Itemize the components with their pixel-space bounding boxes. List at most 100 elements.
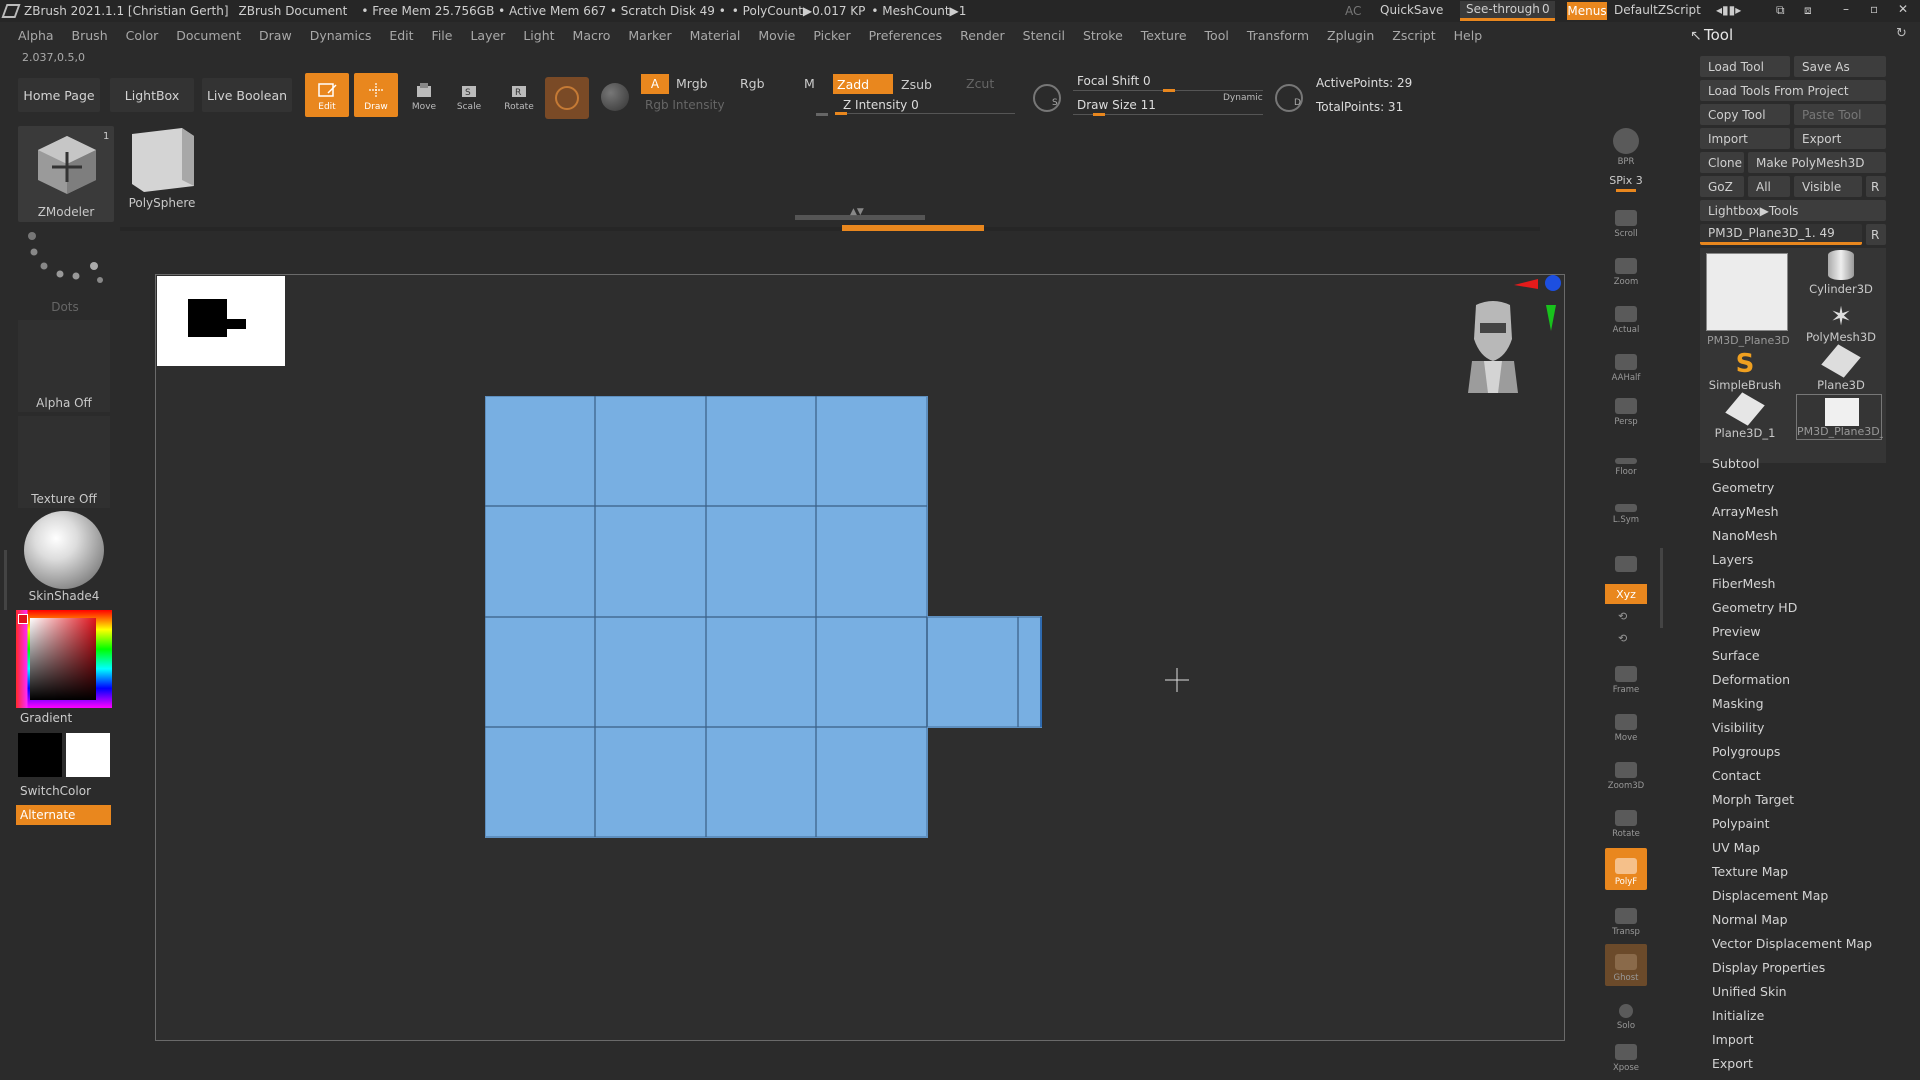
section-texture-map[interactable]: Texture Map <box>1712 864 1788 879</box>
mrgb-toggle[interactable]: Mrgb <box>676 76 708 91</box>
color-marker[interactable] <box>18 614 28 624</box>
menu-render[interactable]: Render <box>960 28 1005 43</box>
zcut-toggle[interactable]: Zcut <box>966 76 994 91</box>
z-intensity-slider[interactable]: Z Intensity 0 <box>835 97 1015 115</box>
menu-zplugin[interactable]: Zplugin <box>1327 28 1374 43</box>
menu-document[interactable]: Document <box>176 28 241 43</box>
menu-marker[interactable]: Marker <box>628 28 671 43</box>
section-displacement-map[interactable]: Displacement Map <box>1712 888 1828 903</box>
secondary-color-swatch[interactable] <box>18 733 62 777</box>
s-brush-icon[interactable]: S <box>1033 84 1061 112</box>
section-unified-skin[interactable]: Unified Skin <box>1712 984 1787 999</box>
rotate-z-icon[interactable]: ⟲ <box>1618 632 1627 645</box>
load-tools-from-project-button[interactable]: Load Tools From Project <box>1700 80 1886 101</box>
menu-picker[interactable]: Picker <box>813 28 850 43</box>
actual-button[interactable]: Actual <box>1605 296 1647 338</box>
maximize-icon[interactable]: ▫ <box>1870 2 1878 16</box>
primary-color-swatch[interactable] <box>66 733 110 777</box>
scroll-indicator[interactable] <box>842 225 984 231</box>
alternate-toggle[interactable]: Alternate <box>16 805 111 825</box>
transp-button[interactable]: Transp <box>1605 898 1647 940</box>
goz-all-button[interactable]: All <box>1748 176 1790 197</box>
section-visibility[interactable]: Visibility <box>1712 720 1764 735</box>
plane-mesh[interactable] <box>485 396 1045 847</box>
ghost-toggle[interactable]: Ghost <box>1605 944 1647 986</box>
import-tool-button[interactable]: Import <box>1700 128 1790 149</box>
menu-edit[interactable]: Edit <box>389 28 413 43</box>
rgb-intensity-slider[interactable]: Rgb Intensity <box>641 97 831 116</box>
menu-transform[interactable]: Transform <box>1247 28 1309 43</box>
axis-gizmo-icon[interactable] <box>1508 275 1568 337</box>
menu-macro[interactable]: Macro <box>573 28 611 43</box>
menu-light[interactable]: Light <box>523 28 554 43</box>
section-vector-displacement-map[interactable]: Vector Displacement Map <box>1712 936 1872 951</box>
section-layers[interactable]: Layers <box>1712 552 1753 567</box>
menu-stencil[interactable]: Stencil <box>1023 28 1065 43</box>
goz-button[interactable]: GoZ <box>1700 176 1744 197</box>
tool-thumb-plane3d-1[interactable]: Plane3D_1 <box>1700 392 1790 440</box>
current-tool-slider[interactable]: PM3D_Plane3D_1. 49 <box>1700 224 1862 245</box>
left-scrollbar[interactable] <box>4 550 7 610</box>
menu-tool[interactable]: Tool <box>1205 28 1229 43</box>
export-tool-button[interactable]: Export <box>1794 128 1886 149</box>
zoom-button[interactable]: Zoom <box>1605 248 1647 290</box>
tool-thumb-polymesh3d[interactable]: ✶ PolyMesh3D <box>1796 298 1886 344</box>
color-picker[interactable] <box>16 610 112 708</box>
menu-file[interactable]: File <box>432 28 453 43</box>
tool-thumb-pm3d-plane3d[interactable]: PM3D_Plane3D_ <box>1706 253 1789 347</box>
rotate-view-button[interactable]: Rotate <box>1605 800 1647 842</box>
texture-slot[interactable]: Texture Off <box>18 416 110 508</box>
save-as-button[interactable]: Save As <box>1794 56 1886 77</box>
stroke-dots-slot[interactable]: Dots <box>20 228 110 314</box>
section-uv-map[interactable]: UV Map <box>1712 840 1760 855</box>
polysphere-slot[interactable]: PolySphere <box>120 124 204 214</box>
section-polypaint[interactable]: Polypaint <box>1712 816 1770 831</box>
section-initialize[interactable]: Initialize <box>1712 1008 1764 1023</box>
section-surface[interactable]: Surface <box>1712 648 1760 663</box>
a-toggle[interactable]: A <box>641 74 669 94</box>
load-tool-button[interactable]: Load Tool <box>1700 56 1790 77</box>
section-fibermesh[interactable]: FiberMesh <box>1712 576 1775 591</box>
alpha-slot[interactable]: Alpha Off <box>18 320 110 412</box>
layout-icon[interactable]: ◂▮▮▸ <box>1716 3 1741 17</box>
menu-dynamics[interactable]: Dynamics <box>310 28 372 43</box>
scroll-button[interactable]: Scroll <box>1605 200 1647 242</box>
d-brush-icon[interactable]: D <box>1275 84 1303 112</box>
aahalf-button[interactable]: AAHalf <box>1605 344 1647 386</box>
section-nanomesh[interactable]: NanoMesh <box>1712 528 1778 543</box>
draw-mode-button[interactable]: Draw <box>354 73 398 117</box>
make-polymesh3d-button[interactable]: Make PolyMesh3D <box>1748 152 1886 173</box>
tool-thumb-simplebrush[interactable]: S SimpleBrush <box>1700 346 1790 392</box>
section-subtool[interactable]: Subtool <box>1712 456 1759 471</box>
section-arraymesh[interactable]: ArrayMesh <box>1712 504 1779 519</box>
focal-shift-slider[interactable]: Focal Shift 0 <box>1073 72 1263 92</box>
document-canvas[interactable] <box>155 274 1565 1041</box>
current-brush-slot[interactable]: 1 ZModeler <box>18 126 114 222</box>
menu-preferences[interactable]: Preferences <box>869 28 943 43</box>
section-geometry[interactable]: Geometry <box>1712 480 1774 495</box>
move-mode-button[interactable]: Move <box>402 73 446 117</box>
section-morph-target[interactable]: Morph Target <box>1712 792 1794 807</box>
tool-thumb-pm3d-plane3d-2[interactable]: PM3D_Plane3D_ <box>1796 394 1883 440</box>
palette-pin-icon[interactable]: ↖ <box>1690 28 1702 44</box>
refresh-icon[interactable]: ↻ <box>1896 26 1907 41</box>
ac-label[interactable]: AC <box>1345 4 1361 18</box>
section-import[interactable]: Import <box>1712 1032 1754 1047</box>
paste-tool-button[interactable]: Paste Tool <box>1794 104 1886 125</box>
home-page-button[interactable]: Home Page <box>18 78 100 112</box>
tool-r-button[interactable]: R <box>1866 224 1886 245</box>
section-geometry-hd[interactable]: Geometry HD <box>1712 600 1797 615</box>
menu-alpha[interactable]: Alpha <box>18 28 54 43</box>
color-saturation-square[interactable] <box>30 618 96 700</box>
close-icon[interactable]: ✕ <box>1898 2 1908 16</box>
menu-brush[interactable]: Brush <box>72 28 108 43</box>
collapse-arrow-icon[interactable]: ▲▼ <box>850 207 864 217</box>
live-boolean-button[interactable]: Live Boolean <box>202 78 292 112</box>
frame-button[interactable]: Frame <box>1605 656 1647 698</box>
tool-thumb-plane3d[interactable]: Plane3D <box>1796 344 1886 392</box>
default-zscript-button[interactable]: DefaultZScript <box>1614 3 1701 17</box>
section-normal-map[interactable]: Normal Map <box>1712 912 1788 927</box>
lightbox-button[interactable]: LightBox <box>110 78 194 112</box>
polyframe-toggle[interactable]: PolyF <box>1605 848 1647 890</box>
section-masking[interactable]: Masking <box>1712 696 1764 711</box>
